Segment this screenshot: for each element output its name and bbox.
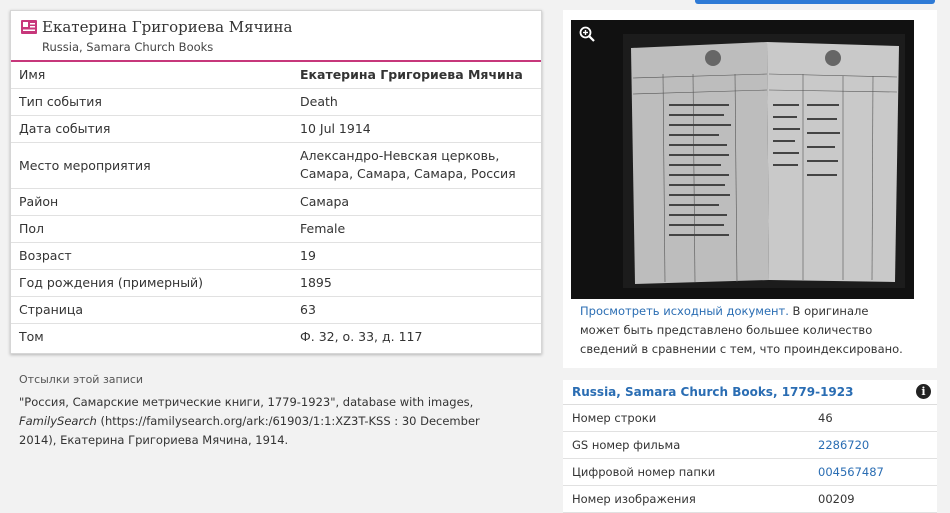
field-value: Александро-Невская церковь, Самара, Сама… <box>284 142 541 189</box>
field-label: Имя <box>11 62 284 89</box>
field-value: Ф. 32, о. 33, д. 117 <box>300 329 423 345</box>
collection-info-table: Номер строки 46 GS номер фильма 2286720 … <box>563 405 937 513</box>
top-action-button[interactable] <box>695 0 935 4</box>
collection-header: Russia, Samara Church Books, 1779-1923 i <box>563 380 937 405</box>
citation-part1: "Россия, Самарские метрические книги, 17… <box>19 395 474 409</box>
field-row-age: Возраст 19 <box>11 242 541 270</box>
collection-label: Цифровой номер папки <box>563 458 809 486</box>
field-label: Место мероприятия <box>11 142 284 189</box>
magnifier-plus-icon[interactable] <box>579 26 595 42</box>
field-row-event-date: Дата события 10 Jul 1914 <box>11 115 541 143</box>
field-value: Екатерина Григориева Мячина <box>284 62 541 89</box>
collection-row-line-number: Номер строки 46 <box>563 405 937 432</box>
field-row-birth-year: Год рождения (примерный) 1895 <box>11 269 541 297</box>
record-title: Екатерина Григориева Мячина <box>42 18 293 36</box>
collection-label: Номер изображения <box>563 485 809 513</box>
collection-row-folder-number: Цифровой номер папки 004567487 <box>563 458 937 486</box>
collection-value: 00209 <box>809 485 937 513</box>
field-value: Самара <box>284 188 541 216</box>
collection-row-image-number: Номер изображения 00209 <box>563 485 937 513</box>
collection-title-link[interactable]: Russia, Samara Church Books, 1779-1923 <box>572 385 853 399</box>
collection-info-panel: Russia, Samara Church Books, 1779-1923 i… <box>563 380 937 513</box>
field-label: Дата события <box>11 115 284 143</box>
citation-heading: Отсылки этой записи <box>19 373 144 386</box>
field-row-district: Район Самара <box>11 188 541 216</box>
info-icon[interactable]: i <box>916 384 931 399</box>
collection-label: Номер строки <box>563 405 809 432</box>
document-scan-image <box>623 34 905 288</box>
field-value: 10 Jul 1914 <box>284 115 541 143</box>
film-number-link[interactable]: 2286720 <box>809 431 937 459</box>
document-image-thumbnail[interactable] <box>571 20 914 299</box>
field-row-sex: Пол Female <box>11 215 541 243</box>
field-value: Death <box>284 88 541 116</box>
record-fields-table: Имя Екатерина Григориева Мячина Тип собы… <box>11 62 541 350</box>
image-panel: Просмотреть исходный документ. В оригина… <box>563 10 937 368</box>
field-row-event-type: Тип события Death <box>11 88 541 116</box>
record-subtitle: Russia, Samara Church Books <box>42 40 214 54</box>
view-original-link[interactable]: Просмотреть исходный документ. <box>580 304 789 318</box>
collection-value: 46 <box>809 405 937 432</box>
field-row-volume: Том Ф. 32, о. 33, д. 117 <box>11 323 541 350</box>
image-note: Просмотреть исходный документ. В оригина… <box>580 302 910 359</box>
field-row-name: Имя Екатерина Григориева Мячина <box>11 62 541 89</box>
collection-label: GS номер фильма <box>563 431 809 459</box>
record-document-icon <box>21 20 37 34</box>
citation-source: FamilySearch <box>19 414 97 428</box>
field-row-page: Страница 63 <box>11 296 541 324</box>
field-label: Пол <box>11 215 284 243</box>
record-header: Екатерина Григориева Мячина Russia, Sama… <box>11 11 541 62</box>
field-label: Тип события <box>11 88 284 116</box>
field-row-event-place: Место мероприятия Александро-Невская цер… <box>11 142 541 189</box>
field-value: 63 <box>284 296 541 324</box>
field-value: 19 <box>284 242 541 270</box>
citation-text: "Россия, Самарские метрические книги, 17… <box>19 393 519 450</box>
field-label: Страница <box>11 296 284 324</box>
field-value: 1895 <box>284 269 541 297</box>
field-label: Район <box>11 188 284 216</box>
field-label: Том <box>19 329 44 345</box>
field-label: Возраст <box>11 242 284 270</box>
record-card: Екатерина Григориева Мячина Russia, Sama… <box>10 10 542 354</box>
field-label: Год рождения (примерный) <box>11 269 284 297</box>
field-value: Female <box>284 215 541 243</box>
collection-row-film-number: GS номер фильма 2286720 <box>563 431 937 459</box>
folder-number-link[interactable]: 004567487 <box>809 458 937 486</box>
